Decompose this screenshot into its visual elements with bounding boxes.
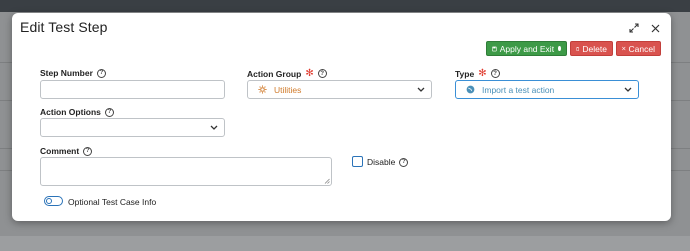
type-select[interactable]: Import a test action [455,80,639,99]
expand-icon[interactable] [627,21,641,35]
toggle-knob [46,198,52,204]
help-icon[interactable]: ? [83,146,93,156]
help-icon[interactable]: ? [399,157,409,167]
chevron-down-icon [624,87,632,92]
type-value: Import a test action [466,81,554,98]
step-number-label: Step Number ? [40,68,106,78]
help-icon[interactable]: ? [104,107,114,117]
type-label: Type ✻ ? [455,68,500,79]
save-icon [492,46,497,51]
dialog-title: Edit Test Step [20,19,108,35]
chevron-down-icon [417,87,425,92]
delete-label: Delete [582,43,607,54]
optional-test-case-info-label: Optional Test Case Info [68,197,157,207]
trash-icon [576,46,580,51]
delete-button[interactable]: Delete [570,41,613,56]
x-icon [622,46,626,51]
action-options-select[interactable] [40,118,225,137]
apply-and-exit-label: Apply and Exit [499,43,555,54]
disable-label: Disable ? [367,157,409,167]
gear-icon [258,85,267,94]
action-group-select[interactable]: Utilities [247,80,432,99]
disable-checkbox[interactable] [352,156,363,167]
comment-textarea[interactable] [40,157,332,186]
required-asterisk: ✻ [478,68,487,79]
apply-and-exit-button[interactable]: Apply and Exit [486,41,567,56]
globe-icon [466,85,475,94]
help-icon[interactable]: ? [490,69,500,78]
optional-test-case-info-toggle[interactable] [44,196,63,206]
cancel-label: Cancel [628,43,655,54]
resize-handle-icon[interactable] [324,178,330,184]
action-options-label: Action Options ? [40,107,114,117]
chevron-down-icon [210,125,218,130]
comment-label: Comment ? [40,146,93,156]
help-icon[interactable]: ? [96,68,106,78]
close-icon[interactable] [648,21,662,35]
edit-test-step-dialog: Edit Test Step Apply and Exit Delete Can… [12,13,671,221]
help-icon[interactable]: ? [317,69,327,78]
status-dot [558,46,561,51]
action-group-value: Utilities [258,81,301,98]
cancel-button[interactable]: Cancel [616,41,661,56]
background-footer-bar [0,236,690,251]
step-number-input[interactable] [40,80,225,99]
app-top-bar [0,0,690,12]
required-asterisk: ✻ [305,68,314,79]
action-group-label: Action Group ✻ ? [247,68,327,79]
